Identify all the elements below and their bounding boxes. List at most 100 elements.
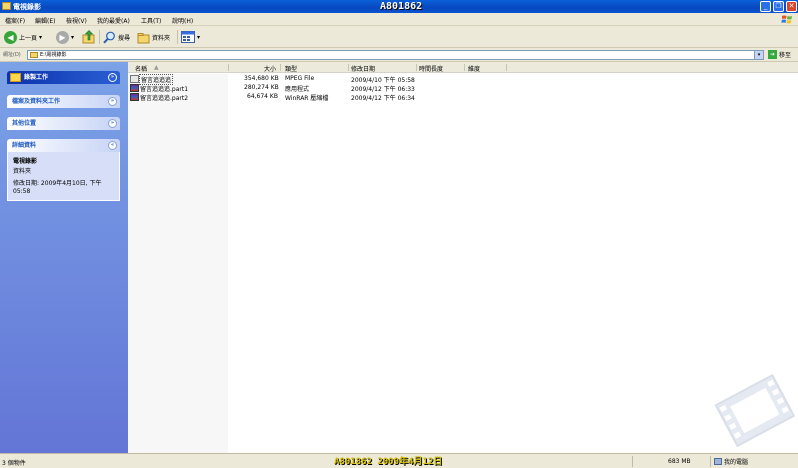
toolbar: ◀ 上一頁 ▾ ▶ ▾ 搜尋 資料夾 ▾: [0, 26, 798, 48]
other-places-panel: 其他位置 »: [7, 117, 120, 130]
watermark-top: A801862: [380, 1, 423, 12]
file-modified: 2009/4/12 下午 06:34: [351, 95, 415, 102]
record-tasks-panel: 錄製工作 »: [7, 71, 120, 84]
search-label: 搜尋: [118, 34, 131, 42]
views-button[interactable]: ▾: [181, 29, 200, 45]
file-folder-tasks-header[interactable]: 檔案及資料夾工作 »: [7, 95, 120, 108]
total-size: 683 MB: [668, 458, 691, 465]
file-size: 354,680 KB: [244, 75, 279, 82]
column-modified[interactable]: 修改日期: [351, 64, 375, 73]
title-bar: 電視錄影 A801862 _ ❐ ✕: [0, 0, 798, 13]
task-pane: 錄製工作 » 檔案及資料夾工作 » 其他位置 » 詳細資料 « 電視錄影 資料夾…: [0, 62, 128, 453]
forward-button[interactable]: ▶ ▾: [56, 29, 74, 45]
table-row[interactable]: 留言追追追 354,680 KB MPEG File 2009/4/10 下午 …: [128, 74, 798, 85]
chevron-down-icon[interactable]: »: [108, 97, 117, 106]
folders-icon: [137, 32, 150, 43]
details-header[interactable]: 詳細資料 «: [7, 139, 120, 152]
windows-logo-icon: [781, 15, 792, 24]
back-arrow-icon: ◀: [4, 30, 17, 44]
menu-view[interactable]: 檢視(V): [66, 16, 87, 25]
details-modified: 修改日期: 2009年4月10日, 下午 05:58: [13, 180, 102, 195]
column-divider[interactable]: [464, 64, 465, 71]
chevron-down-icon: ▾: [39, 33, 43, 41]
location-label: 我的電腦: [724, 459, 749, 466]
column-type[interactable]: 類型: [285, 64, 297, 73]
chevron-up-icon[interactable]: «: [108, 141, 117, 150]
back-button[interactable]: ◀ 上一頁 ▾: [4, 29, 42, 45]
details-type: 資料夾: [13, 168, 32, 175]
column-name[interactable]: 名稱: [135, 64, 147, 73]
column-divider[interactable]: [228, 64, 229, 71]
record-tasks-title: 錄製工作: [24, 74, 49, 81]
computer-icon: [714, 458, 722, 465]
close-button[interactable]: ✕: [786, 1, 797, 12]
film-strip-icon: [714, 373, 795, 448]
object-count: 3 個物件: [2, 460, 26, 467]
chevron-down-icon: ▾: [197, 33, 201, 41]
sort-ascending-icon: ▲: [154, 64, 159, 71]
file-type: WinRAR 壓縮檔: [285, 95, 329, 102]
views-icon: [181, 31, 195, 43]
column-divider[interactable]: [416, 64, 417, 71]
watermark-bottom: A801862 2009年4月12日: [334, 457, 443, 467]
file-name[interactable]: 留言追追追.part2: [140, 93, 188, 102]
menu-favorites[interactable]: 我的最愛(A): [97, 16, 130, 25]
menu-help[interactable]: 說明(H): [172, 16, 193, 25]
folder-icon: [30, 52, 38, 58]
toolbar-separator: [99, 30, 100, 44]
file-list: 名稱 ▲ 大小 類型 修改日期 時間長度 維度 留言追追追 354,680 KB…: [128, 62, 798, 453]
address-dropdown-button[interactable]: ▾: [754, 51, 763, 59]
go-arrow-icon: ➜: [768, 50, 777, 59]
table-row[interactable]: 留言追追追.part1 280,274 KB 應用程式 2009/4/12 下午…: [128, 83, 798, 93]
sorted-column-shade: [128, 74, 228, 453]
other-places-title: 其他位置: [12, 120, 37, 127]
address-input[interactable]: E:\電視錄影 ▾: [27, 50, 764, 60]
menu-file[interactable]: 檔案(F): [5, 16, 25, 25]
column-divider[interactable]: [348, 64, 349, 71]
menu-bar: 檔案(F) 編輯(E) 檢視(V) 我的最愛(A) 工具(T) 說明(H): [0, 13, 798, 26]
chevron-down-icon[interactable]: »: [108, 119, 117, 128]
chevron-down-icon[interactable]: »: [108, 73, 117, 82]
toolbar-separator: [177, 30, 178, 44]
file-folder-tasks-panel: 檔案及資料夾工作 »: [7, 95, 120, 108]
menu-tools[interactable]: 工具(T): [141, 16, 161, 25]
rar-icon: [130, 84, 139, 92]
details-panel: 詳細資料 « 電視錄影 資料夾 修改日期: 2009年4月10日, 下午 05:…: [7, 139, 120, 201]
menu-edit[interactable]: 編輯(E): [35, 16, 55, 25]
window-title: 電視錄影: [13, 3, 41, 11]
back-label: 上一頁: [19, 34, 38, 42]
rar-icon: [130, 93, 139, 101]
location-zone: 我的電腦: [714, 457, 748, 466]
file-folder-tasks-title: 檔案及資料夾工作: [12, 98, 61, 105]
go-label: 移至: [779, 52, 792, 59]
column-divider[interactable]: [280, 64, 281, 71]
chevron-down-icon: ▾: [71, 33, 75, 41]
forward-arrow-icon: ▶: [56, 30, 69, 44]
file-size: 64,674 KB: [247, 93, 278, 100]
details-body: 電視錄影 資料夾 修改日期: 2009年4月10日, 下午 05:58: [7, 152, 120, 201]
folders-label: 資料夾: [152, 34, 171, 42]
column-size[interactable]: 大小: [264, 64, 276, 73]
address-label: 網址(D): [3, 52, 21, 58]
column-divider[interactable]: [506, 64, 507, 71]
column-header: 名稱 ▲ 大小 類型 修改日期 時間長度 維度: [128, 62, 798, 73]
restore-button[interactable]: ❐: [773, 1, 784, 12]
other-places-header[interactable]: 其他位置 »: [7, 117, 120, 130]
record-task-icon: [10, 73, 21, 82]
address-bar: 網址(D) E:\電視錄影 ▾ ➜ 移至: [0, 48, 798, 62]
status-bar: 3 個物件 A801862 2009年4月12日 683 MB 我的電腦: [0, 453, 798, 468]
up-folder-button[interactable]: [82, 29, 96, 45]
mpeg-icon: [130, 75, 139, 83]
folders-button[interactable]: 資料夾: [137, 29, 170, 45]
search-button[interactable]: 搜尋: [103, 29, 130, 45]
minimize-button[interactable]: _: [760, 1, 771, 12]
file-size: 280,274 KB: [244, 84, 279, 91]
column-duration[interactable]: 時間長度: [419, 64, 443, 73]
table-row[interactable]: 留言追追追.part2 64,674 KB WinRAR 壓縮檔 2009/4/…: [128, 92, 798, 102]
record-tasks-header[interactable]: 錄製工作 »: [7, 71, 120, 84]
details-title: 詳細資料: [12, 142, 37, 149]
column-dimensions[interactable]: 維度: [468, 64, 480, 73]
go-button[interactable]: ➜ 移至: [768, 50, 791, 59]
up-folder-icon: [82, 30, 95, 44]
search-icon: [103, 31, 115, 43]
